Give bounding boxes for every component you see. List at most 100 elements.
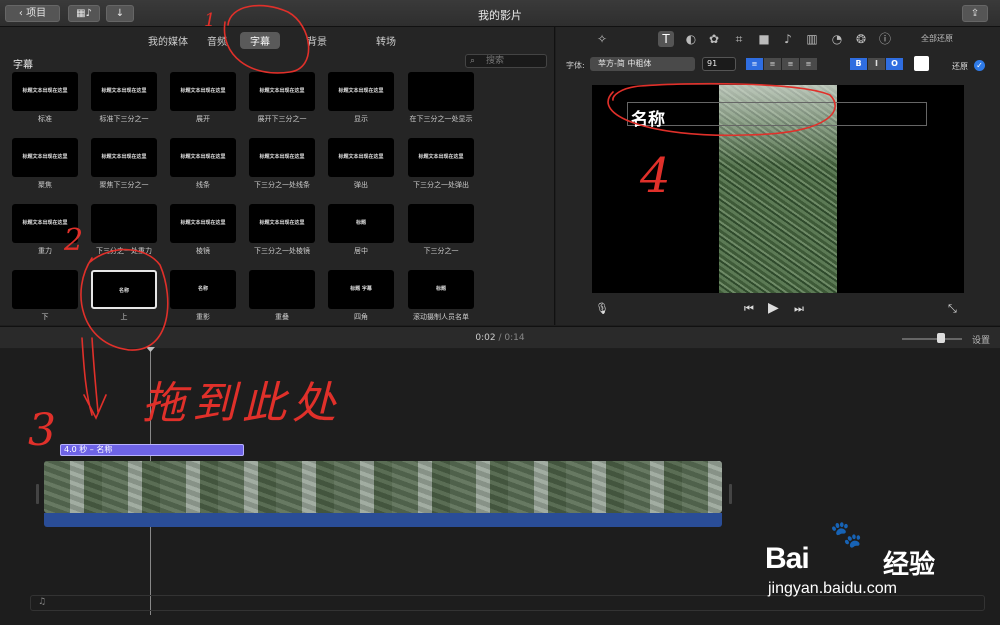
equalizer-icon[interactable]: ▥ bbox=[804, 31, 820, 47]
playback-controls: 🎙 ⏮ ▶ ⏭ ⤡ bbox=[556, 298, 1000, 322]
title-label: 棱镜 bbox=[196, 247, 210, 255]
total-time: 0:14 bbox=[504, 333, 525, 343]
title-tile[interactable]: 在下三分之一处显示 bbox=[408, 72, 474, 137]
magic-wand-icon[interactable]: ✧ bbox=[594, 31, 610, 47]
align-left-button[interactable]: ≡ bbox=[746, 58, 763, 70]
search-input[interactable]: 搜索 bbox=[465, 54, 547, 68]
share-button[interactable]: ⇪ bbox=[962, 5, 988, 22]
playhead-handle[interactable] bbox=[146, 347, 155, 352]
music-note-icon: ♫ bbox=[38, 597, 47, 607]
title-thumbnail bbox=[12, 270, 78, 309]
skip-forward-icon[interactable]: ⏭ bbox=[794, 302, 804, 316]
align-justify-button[interactable]: ≡ bbox=[800, 58, 817, 70]
share-icon: ⇪ bbox=[970, 8, 980, 19]
bold-button[interactable]: B bbox=[850, 58, 867, 70]
title-tile[interactable]: 标题文本出现在这里标准 bbox=[12, 72, 78, 137]
color-palette-icon[interactable]: ✿ bbox=[706, 31, 722, 47]
title-tile[interactable]: 标题文本出现在这里 下三分之一处棱镜 bbox=[249, 204, 315, 269]
content-browser: 我的媒体 音频 字幕 背景 转场 字幕 搜索 ⌕ 标题文本出现在这里 标准 标题文本… bbox=[0, 27, 555, 325]
microphone-icon[interactable]: 🎙 bbox=[595, 302, 609, 315]
outline-button[interactable]: O bbox=[886, 58, 903, 70]
title-text-box[interactable]: 名称 bbox=[627, 102, 927, 130]
title-thumbnail: 标题文本出现在这里 bbox=[408, 138, 474, 177]
skip-back-icon[interactable]: ⏮ bbox=[744, 302, 754, 316]
tab-my-media[interactable]: 我的媒体 bbox=[148, 33, 188, 48]
title-thumbnail-text: 标题文本出现在这里 bbox=[180, 220, 226, 226]
title-thumbnail-text: 标题文本出现在这里 bbox=[259, 154, 305, 160]
title-thumbnail-text: 标题文本出现在这里 bbox=[101, 88, 147, 94]
font-size-select[interactable]: 91 bbox=[702, 57, 736, 71]
italic-button[interactable]: I bbox=[868, 58, 885, 70]
clip-right-handle[interactable] bbox=[729, 484, 732, 504]
title-label: 线条 bbox=[196, 181, 210, 189]
title-thumbnail: 标题文本出现在这里 bbox=[91, 72, 157, 111]
text-icon[interactable]: T bbox=[658, 31, 674, 47]
font-select[interactable]: 苹方-简 中粗体 bbox=[590, 57, 695, 71]
camera-icon[interactable]: ■ bbox=[756, 31, 772, 47]
volume-icon[interactable]: ♪ bbox=[780, 31, 796, 47]
checkmark-icon[interactable]: ✓ bbox=[974, 60, 985, 71]
clip-left-handle[interactable] bbox=[36, 484, 39, 504]
title-label: 滚动摄制人员名单 bbox=[413, 313, 469, 321]
title-text[interactable]: 名称 bbox=[631, 105, 665, 130]
title-tile[interactable]: 标题文本出现在这里 展开下三分之一 bbox=[249, 72, 315, 137]
title-label: 居中 bbox=[354, 247, 368, 255]
title-tile[interactable]: 标题 居中 bbox=[328, 204, 394, 269]
title-clip[interactable]: 4.0 秒 – 名称 bbox=[60, 444, 244, 456]
tab-titles[interactable]: 字幕 bbox=[240, 32, 280, 49]
reset-all-button[interactable]: 全部还原 bbox=[921, 33, 953, 44]
title-tile[interactable]: 标题文本出现在这里 重力 bbox=[12, 204, 78, 269]
restore-button[interactable]: 还原 bbox=[952, 61, 968, 72]
fullscreen-icon[interactable]: ⤡ bbox=[948, 302, 957, 316]
zoom-slider[interactable] bbox=[902, 338, 962, 340]
adjustments-toolbar: ✧ T ◐ ✿ ⌗ ■ ♪ ▥ ◔ ❂ ⓘ 全部还原 bbox=[556, 27, 1000, 51]
info-icon[interactable]: ⓘ bbox=[877, 31, 893, 47]
title-thumbnail bbox=[91, 204, 157, 243]
title-thumbnail: 标题文本出现在这里 bbox=[12, 72, 78, 111]
watermark-logo-cn: 经验 bbox=[883, 550, 936, 580]
tab-audio[interactable]: 音频 bbox=[207, 33, 227, 48]
crop-icon[interactable]: ⌗ bbox=[731, 31, 747, 47]
filter-icon[interactable]: ❂ bbox=[853, 31, 869, 47]
audio-track[interactable] bbox=[44, 513, 722, 527]
title-tile[interactable]: 标题文本出现在这里 线条 bbox=[170, 138, 236, 203]
title-label: 下三分之一处棱镜 bbox=[254, 247, 310, 255]
zoom-slider-knob[interactable] bbox=[937, 333, 945, 343]
video-clip-frames bbox=[44, 461, 722, 513]
title-thumbnail bbox=[408, 204, 474, 243]
settings-button[interactable]: 设置 bbox=[972, 333, 990, 346]
title-tile[interactable]: 标题文本出现在这里 展开 bbox=[170, 72, 236, 137]
play-icon[interactable]: ▶ bbox=[768, 300, 779, 316]
title-label: 下 bbox=[41, 313, 49, 321]
title-label: 标准 bbox=[38, 115, 52, 123]
tab-transitions[interactable]: 转场 bbox=[376, 33, 396, 48]
title-thumbnail: 标题文本出现在这里 bbox=[249, 138, 315, 177]
text-color-swatch[interactable] bbox=[914, 56, 929, 71]
video-clip[interactable] bbox=[44, 461, 722, 513]
tab-backgrounds[interactable]: 背景 bbox=[307, 33, 327, 48]
title-tile[interactable]: 标题文本出现在这里 下三分之一处线条 bbox=[249, 138, 315, 203]
title-thumbnail-text: 标题文本出现在这里 bbox=[180, 88, 226, 94]
title-bar: ‹ 项目 ▦♪ ↓ 我的影片 ⇪ bbox=[0, 0, 1000, 27]
align-center-button[interactable]: ≡ bbox=[764, 58, 781, 70]
title-tile[interactable]: 标题文本出现在这里 显示 bbox=[328, 72, 394, 137]
timeline-header: 0:02 / 0:14 设置 bbox=[0, 326, 1000, 348]
title-thumbnail: 标题文本出现在这里 bbox=[249, 72, 315, 111]
title-tile[interactable]: 下三分之一 bbox=[408, 204, 474, 269]
title-tile[interactable]: 标题文本出现在这里 标准下三分之一 bbox=[91, 72, 157, 137]
baidu-watermark: 🐾 Bai 经验 jingyan.baidu.com bbox=[765, 520, 995, 605]
title-tile[interactable]: 标题文本出现在这里 弹出 bbox=[328, 138, 394, 203]
align-right-button[interactable]: ≡ bbox=[782, 58, 799, 70]
color-balance-icon[interactable]: ◐ bbox=[683, 31, 699, 47]
title-thumbnail-text: 标题文本出现在这里 bbox=[22, 220, 68, 226]
title-tile[interactable]: 下三分之一处重力 bbox=[91, 204, 157, 269]
title-tile[interactable]: 标题文本出现在这里 下三分之一处弹出 bbox=[408, 138, 474, 203]
title-thumbnail: 名称 bbox=[91, 270, 157, 309]
title-label: 弹出 bbox=[354, 181, 368, 189]
title-tile[interactable]: 标题文本出现在这里 棱镜 bbox=[170, 204, 236, 269]
speed-icon[interactable]: ◔ bbox=[829, 31, 845, 47]
title-tile[interactable]: 标题文本出现在这里 聚焦 bbox=[12, 138, 78, 203]
title-thumbnail-text: 标题 bbox=[355, 220, 366, 226]
title-thumbnail-text: 标题文本出现在这里 bbox=[338, 88, 384, 94]
title-tile[interactable]: 标题文本出现在这里 聚焦下三分之一 bbox=[91, 138, 157, 203]
